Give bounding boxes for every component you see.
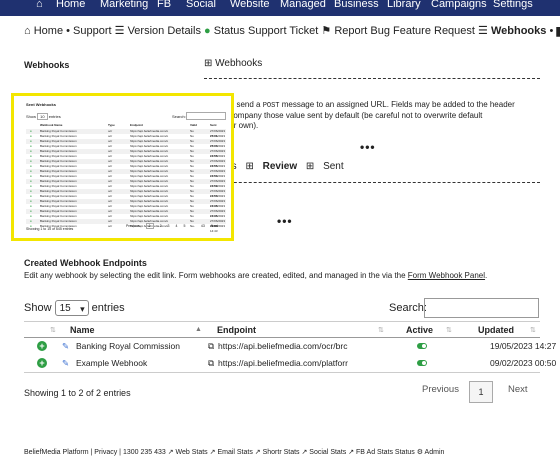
nav-campaigns[interactable]: Campaigns (431, 0, 487, 10)
nav-business[interactable]: Business (334, 0, 379, 10)
created-desc-text: Edit any webhook by selecting the edit l… (24, 271, 408, 280)
breadcrumb-home[interactable]: Home (34, 25, 63, 37)
copy-icon[interactable]: ⧉ (208, 358, 214, 369)
search-label: Search: (389, 302, 427, 314)
nav-managed[interactable]: Managed (280, 0, 326, 10)
preview-search-input (186, 112, 226, 120)
row-endpoint: https://api.beliefmedia.com/platforr (218, 358, 348, 368)
sort-icon[interactable]: ⇅ (446, 326, 452, 334)
divider (204, 78, 540, 79)
row-name: Banking Royal Commission (76, 341, 180, 351)
tab-webhooks-label: Webhooks (215, 58, 263, 69)
subtab-sent-label: Sent (323, 161, 344, 172)
row-updated: 09/02/2023 00:50 (490, 358, 557, 368)
preview-pagination: Previous 1 2 3 4 5… 43 Next (126, 223, 218, 229)
col-updated[interactable]: Updated (478, 325, 514, 335)
home-icon: ⌂ (24, 25, 31, 37)
more-dots-icon[interactable]: ••• (277, 214, 293, 228)
edit-icon[interactable]: ✎ (62, 358, 69, 369)
breadcrumb-status[interactable]: Status (214, 25, 245, 37)
sort-asc-icon[interactable]: ▲ (195, 326, 202, 333)
row-endpoint: https://api.beliefmedia.com/ocr/brc (218, 341, 348, 351)
separator-dot: • (66, 25, 70, 37)
breadcrumb-report-bug[interactable]: Report Bug (334, 25, 390, 37)
edit-icon[interactable]: ✎ (62, 341, 69, 352)
desc-method: POST (262, 102, 280, 110)
show-entries: Show 15 ▾ entries (24, 300, 125, 316)
separator-dot: • (549, 25, 554, 37)
home-icon[interactable]: ⌂ (36, 0, 43, 10)
active-toggle[interactable] (417, 343, 427, 349)
tab-webhooks[interactable]: ⊞ Webhooks (204, 58, 262, 69)
next-button[interactable]: Next (508, 384, 528, 395)
created-endpoints-title: Created Webhook Endpoints (24, 258, 147, 268)
nav-fb[interactable]: FB (157, 0, 171, 10)
breadcrumb-webhooks[interactable]: Webhooks (491, 25, 546, 37)
sort-icon[interactable]: ⇅ (378, 326, 384, 334)
nav-home[interactable]: Home (56, 0, 85, 10)
table-info: Showing 1 to 2 of 2 entries (24, 388, 131, 398)
chat-icon[interactable]: ▆ (556, 24, 560, 37)
sort-icon[interactable]: ⇅ (530, 326, 536, 334)
table-bottom-border (24, 372, 540, 373)
list-icon: ☰ (114, 25, 125, 37)
form-webhook-panel-link[interactable]: Form Webhook Panel (408, 271, 485, 280)
page-title: Webhooks (24, 60, 70, 70)
webhook-description: ks will send a POST message to an assign… (212, 100, 552, 131)
list-icon: ☰ (478, 25, 488, 37)
subtab-review-label: Review (262, 161, 298, 172)
preview-title: Sent Webhooks (26, 102, 56, 107)
breadcrumb: ⌂ Home • Support ☰ Version Details ● Sta… (24, 24, 560, 38)
entries-label: entries (91, 301, 125, 314)
subtab-review[interactable]: ⊞ Review (245, 161, 297, 172)
sent-webhooks-preview: Sent Webhooks Show 10 entries Search: We… (11, 93, 234, 241)
desc-line1b: message to an assigned URL. Fields may b… (279, 100, 515, 109)
desc-line2: to accompany those value sent by default… (212, 111, 483, 120)
plus-square-icon: ⊞ (204, 58, 213, 69)
col-name[interactable]: Name (70, 325, 95, 335)
col-endpoint[interactable]: Endpoint (217, 325, 256, 335)
row-name: Example Webhook (76, 358, 148, 368)
preview-show: Show 10 entries (26, 113, 61, 120)
preview-search-label: Search: (172, 114, 186, 119)
table-top-border (24, 321, 540, 322)
plus-square-icon: ⊞ (305, 161, 315, 172)
top-nav: ⌂ Home Marketing FB Social Website Manag… (0, 0, 560, 16)
bug-icon: ⚑ (321, 25, 332, 37)
nav-library[interactable]: Library (387, 0, 421, 10)
breadcrumb-support[interactable]: Support (73, 25, 112, 37)
nav-website[interactable]: Website (230, 0, 270, 10)
breadcrumb-support-ticket[interactable]: Support Ticket (248, 25, 318, 37)
expand-row-icon[interactable]: + (37, 358, 47, 368)
more-dots-icon[interactable]: ••• (360, 140, 376, 154)
page-1-button[interactable]: 1 (469, 381, 493, 403)
table-row[interactable]: + ✎ Example Webhook ⧉ https://api.belief… (24, 355, 556, 371)
nav-settings[interactable]: Settings (493, 0, 533, 10)
entries-select[interactable]: 15 ▾ (54, 300, 89, 316)
search-input[interactable] (424, 298, 539, 318)
status-dot-icon: ● (204, 25, 211, 37)
plus-square-icon: ⊞ (245, 161, 254, 172)
copy-icon[interactable]: ⧉ (208, 341, 214, 352)
row-updated: 19/05/2023 14:27 (490, 341, 557, 351)
sort-icon[interactable]: ⇅ (50, 326, 56, 334)
divider (204, 182, 540, 183)
col-active[interactable]: Active (406, 325, 433, 335)
show-label: Show (24, 301, 52, 314)
preview-info: Showing 1 to 15 of 645 entries (26, 227, 74, 231)
chevron-down-icon: ▾ (80, 304, 85, 314)
preview-cell: ocr (108, 224, 113, 228)
nav-marketing[interactable]: Marketing (100, 0, 148, 10)
breadcrumb-feature-request[interactable]: Feature Request (393, 25, 475, 37)
preview-header: Webhook Name Type Endpoint Valid Sent (40, 123, 217, 127)
previous-button[interactable]: Previous (422, 384, 459, 395)
breadcrumb-version-details[interactable]: Version Details (128, 25, 201, 37)
active-toggle[interactable] (417, 360, 427, 366)
created-endpoints-description: Edit any webhook by selecting the edit l… (24, 271, 488, 280)
subtab-sent[interactable]: ⊞ Sent (306, 161, 350, 172)
expand-row-icon[interactable]: + (37, 341, 47, 351)
nav-social[interactable]: Social (186, 0, 216, 10)
table-row[interactable]: + ✎ Banking Royal Commission ⧉ https://a… (24, 338, 556, 354)
